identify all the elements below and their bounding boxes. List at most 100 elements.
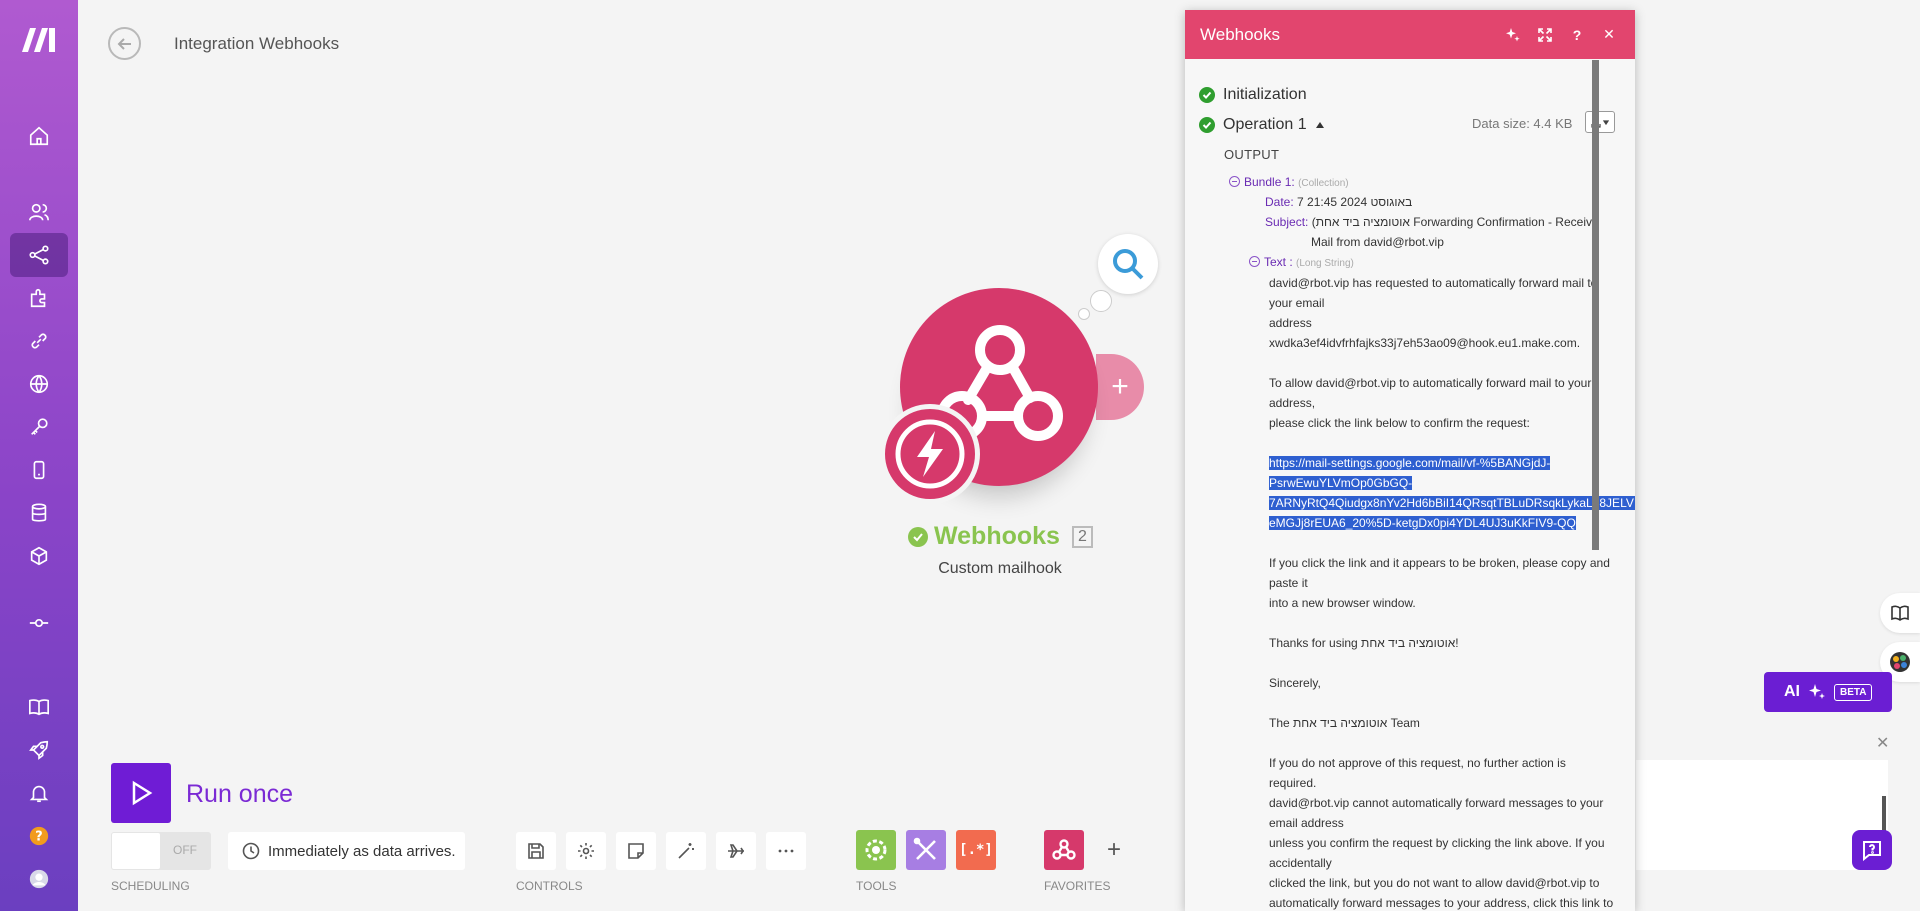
rocket-icon[interactable]: [10, 728, 68, 772]
text-line: [1269, 653, 1619, 673]
selected-link-text[interactable]: eMGJj8rEUA6_20%5D-ketgDx0pi4YDL4UJ3uKkFI…: [1269, 516, 1576, 530]
module-name[interactable]: Webhooks: [934, 522, 1060, 551]
explain-flow-button[interactable]: [716, 832, 756, 870]
scenario-title[interactable]: Integration Webhooks: [174, 34, 339, 54]
docs-widget[interactable]: [1880, 593, 1920, 633]
save-icon: [528, 843, 544, 859]
webhooks-output-panel: Webhooks ? ✕ Initialization Operation 1 …: [1185, 10, 1635, 911]
subject-value-cont: Mail from david@rbot.vip: [1311, 235, 1444, 249]
selected-link-text[interactable]: https://mail-settings.google.com/mail/vf…: [1269, 456, 1551, 470]
webhooks-globe-icon[interactable]: [10, 362, 68, 406]
text-line: [1269, 733, 1619, 753]
ellipsis-icon: [778, 849, 794, 853]
text-line: paste it: [1269, 576, 1308, 590]
clock-icon: [242, 842, 260, 860]
tools-flow-control-button[interactable]: [856, 830, 896, 870]
selected-link-text[interactable]: PsrwEwuYLVmOp0GbGQ-: [1269, 476, 1413, 490]
chat-question-icon: [1863, 841, 1881, 861]
module-id-badge: 2: [1071, 525, 1093, 548]
notifications-bell-icon[interactable]: [10, 771, 68, 815]
close-icon[interactable]: ✕: [1593, 19, 1625, 51]
webhook-icon: [1052, 839, 1076, 860]
save-button[interactable]: [516, 832, 556, 870]
open-book-icon: [1891, 605, 1909, 621]
tools-button[interactable]: [906, 830, 946, 870]
auto-align-button[interactable]: [666, 832, 706, 870]
text-line: david@rbot.vip has requested to automati…: [1269, 276, 1598, 290]
text-type: (Long String): [1296, 258, 1354, 269]
settings-button[interactable]: [566, 832, 606, 870]
panel-header: Webhooks ? ✕: [1185, 10, 1635, 59]
schedule-setting[interactable]: Immediately as data arrives.: [228, 832, 465, 870]
add-favorite-button[interactable]: +: [1094, 830, 1134, 870]
devices-phone-icon[interactable]: [10, 448, 68, 492]
collapse-bundle-icon[interactable]: [1229, 176, 1240, 187]
help-question-icon[interactable]: ?: [10, 814, 68, 858]
connections-link-icon[interactable]: [10, 319, 68, 363]
favorites-label: FAVORITES: [1044, 879, 1111, 893]
user-avatar-icon[interactable]: [10, 857, 68, 901]
data-stores-icon[interactable]: [10, 491, 68, 535]
ai-assistant-button[interactable]: AI BETA: [1764, 672, 1892, 712]
success-check-icon: [1199, 117, 1215, 133]
more-options-button[interactable]: [766, 832, 806, 870]
back-button[interactable]: [108, 27, 141, 60]
bundle-row[interactable]: Bundle 1: (Collection): [1229, 175, 1349, 189]
close-notification-icon[interactable]: ✕: [1876, 733, 1889, 753]
text-parser-button[interactable]: [.*]: [956, 830, 996, 870]
notes-button[interactable]: [616, 832, 656, 870]
caret-up-icon: [1315, 122, 1324, 128]
gear-icon: [578, 843, 594, 859]
text-line: [1269, 533, 1619, 553]
collapse-text-icon[interactable]: [1249, 256, 1260, 267]
airplane-icon: [728, 844, 744, 858]
make-logo-icon[interactable]: [20, 24, 58, 54]
play-icon: [132, 780, 153, 806]
docs-book-icon[interactable]: [10, 685, 68, 729]
panel-scrollbar[interactable]: [1592, 60, 1599, 550]
wrench-screwdriver-icon: [913, 837, 936, 860]
keys-icon[interactable]: [10, 405, 68, 449]
text-row[interactable]: Text : (Long String): [1249, 255, 1354, 269]
selected-link-text[interactable]: 7ARNyRtQ4Qiudgx8nYv2Hd6bBiI14QRsqtTBLuDR…: [1269, 496, 1635, 510]
beta-badge: BETA: [1834, 683, 1873, 701]
help-icon[interactable]: ?: [1561, 19, 1593, 51]
initialization-label: Initialization: [1223, 86, 1307, 103]
ai-label: AI: [1784, 683, 1800, 700]
tools-label: TOOLS: [856, 879, 897, 893]
home-icon[interactable]: [10, 114, 68, 158]
data-structures-cube-icon[interactable]: [10, 534, 68, 578]
subject-value: (אוטומציה ביד אחת Forwarding Confirmatio…: [1311, 215, 1599, 229]
email-text-body: david@rbot.vip has requested to automati…: [1269, 273, 1635, 911]
sidebar: ?: [0, 0, 78, 911]
note-icon: [628, 843, 644, 859]
operation-row[interactable]: Operation 1: [1199, 116, 1325, 134]
expand-icon[interactable]: [1529, 19, 1561, 51]
run-once-button[interactable]: [111, 763, 171, 823]
team-icon[interactable]: [10, 190, 68, 234]
scenarios-icon[interactable]: [10, 233, 68, 277]
chat-support-button[interactable]: [1852, 830, 1892, 870]
initialization-row[interactable]: Initialization: [1199, 86, 1307, 104]
ai-sparkle-icon[interactable]: [1497, 19, 1529, 51]
text-line: address,: [1269, 396, 1316, 410]
subject-row-cont: Mail from david@rbot.vip: [1311, 235, 1444, 249]
svg-text:?: ?: [35, 830, 42, 845]
brackets-icon: [.*]: [959, 842, 993, 858]
favorite-webhooks-button[interactable]: [1044, 830, 1084, 870]
commit-icon[interactable]: [10, 601, 68, 645]
date-row: Date: 7 באוגוסט 2024 21:45: [1265, 195, 1412, 209]
scheduling-toggle[interactable]: OFF: [111, 832, 211, 870]
text-line: clicked the link, but you do not want to…: [1269, 876, 1600, 890]
arrow-left-icon: [117, 37, 131, 50]
thought-bubble-small: [1078, 308, 1090, 320]
add-module-button[interactable]: +: [1096, 354, 1144, 420]
run-once-label[interactable]: Run once: [186, 780, 293, 809]
download-output-button[interactable]: [1585, 111, 1615, 133]
text-line: automatically forward messages to your a…: [1269, 896, 1614, 910]
date-value: 7 באוגוסט 2024 21:45: [1297, 195, 1413, 209]
templates-puzzle-icon[interactable]: [10, 276, 68, 320]
inspect-output-bubble[interactable]: [1098, 234, 1158, 294]
magnifier-icon: [1113, 249, 1144, 280]
panel-title: Webhooks: [1200, 24, 1281, 44]
